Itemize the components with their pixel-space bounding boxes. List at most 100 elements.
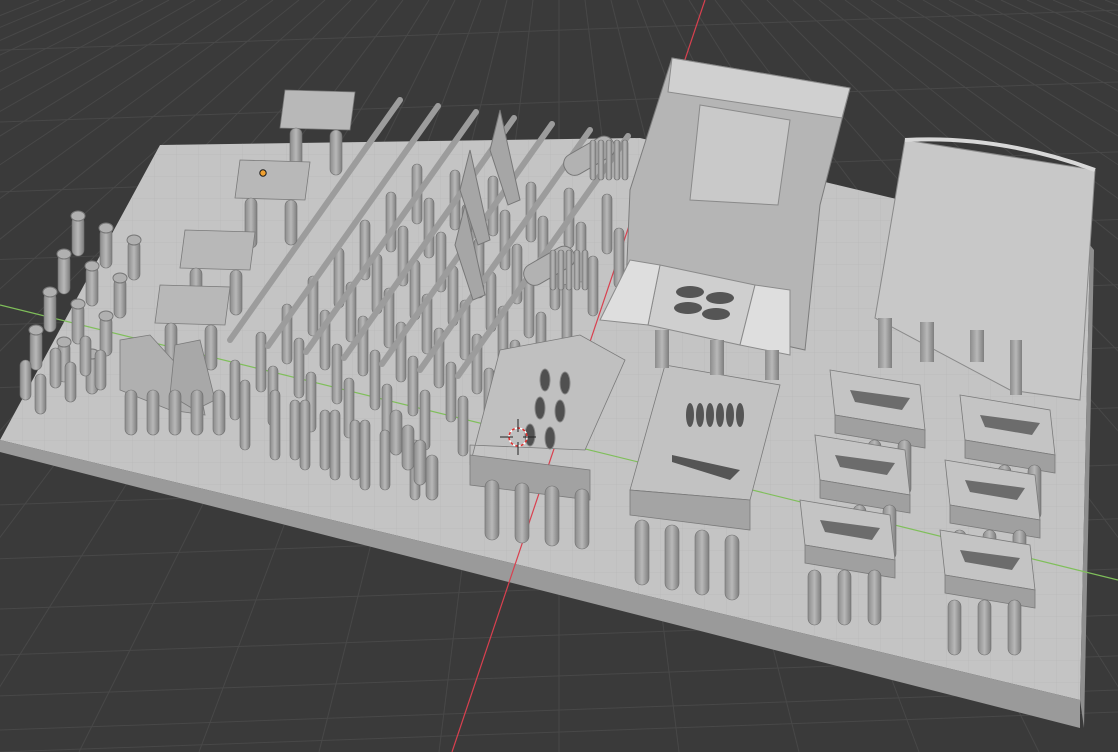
support-pillar [621, 139, 629, 181]
rib-slot [696, 403, 704, 427]
part-face [154, 284, 231, 326]
support-pillar [269, 389, 281, 461]
slot-hole [534, 396, 546, 420]
support-pillar [597, 139, 605, 181]
stud-cap [98, 310, 114, 322]
support-pillar [29, 329, 43, 371]
support-pillar [43, 291, 57, 333]
support-pillar [605, 139, 613, 181]
support-pillar [379, 429, 391, 491]
viewport-canvas[interactable] [0, 0, 1118, 752]
support-pillar [146, 389, 160, 436]
support-pillar [293, 337, 305, 399]
support-pillar [34, 373, 47, 415]
support-pillar [284, 199, 298, 246]
support-pillar [113, 277, 127, 319]
support-pillar [413, 439, 427, 486]
stud-cap [112, 272, 128, 284]
support-pillar [613, 139, 621, 181]
support-pillar [867, 569, 882, 626]
rib-slot [736, 403, 744, 427]
support-pillar [79, 335, 92, 377]
support-pillar [229, 359, 241, 421]
3d-viewport[interactable] [0, 0, 1118, 752]
support-pillar [601, 193, 613, 255]
support-pillar [694, 529, 710, 596]
support-pillar [359, 419, 371, 491]
stud-cap [98, 222, 114, 234]
object-origin-icon[interactable] [259, 169, 267, 177]
rib-slot [706, 403, 714, 427]
support-pillar [587, 255, 599, 317]
part-face [234, 159, 311, 201]
stud-cap [56, 248, 72, 260]
rib-slot [716, 403, 724, 427]
support-pillar [299, 399, 311, 471]
support-pillar [369, 349, 381, 411]
support-pillar [573, 249, 581, 291]
support-pillar [425, 454, 439, 501]
support-pillar [85, 265, 99, 307]
stud-cap [126, 234, 142, 246]
stud-cap [84, 260, 100, 272]
rib-slot [686, 403, 694, 427]
support-pillar [190, 389, 204, 436]
support-pillar [49, 347, 62, 389]
support-pillar [401, 424, 415, 471]
support-pillar [807, 569, 822, 626]
slot-hole [554, 399, 566, 423]
support-pillar [329, 129, 343, 176]
support-pillar [99, 227, 113, 269]
support-pillar [664, 524, 680, 591]
support-pillar [549, 249, 557, 291]
stud-cap [70, 298, 86, 310]
support-pillar [71, 215, 85, 257]
support-pillar [514, 482, 530, 544]
support-pillar [561, 283, 573, 345]
support-pillar [212, 389, 226, 436]
support-pillar [168, 389, 182, 436]
support-pillar [331, 343, 343, 405]
support-pillar [389, 409, 403, 456]
stud-cap [42, 286, 58, 298]
stud-cap [28, 324, 44, 336]
support-pillar [977, 599, 992, 656]
rib-slot [726, 403, 734, 427]
support-pillar [329, 409, 341, 481]
slot-hole [539, 368, 551, 392]
support-pillar [64, 361, 77, 403]
support-pillar [407, 355, 419, 417]
support-pillar [457, 395, 469, 457]
support-pillar [557, 249, 565, 291]
grid-line [0, 0, 40, 17]
part-face [279, 89, 356, 131]
support-pillar [94, 349, 107, 391]
support-pillar [289, 399, 301, 461]
support-pillar [127, 239, 141, 281]
support-pillar [239, 379, 251, 451]
support-pillar [565, 249, 573, 291]
grid-line [1104, 0, 1118, 6]
support-pillar [124, 389, 138, 436]
support-pillar [445, 361, 457, 423]
support-pillar [319, 409, 331, 471]
support-pillar [255, 331, 267, 393]
support-pillar [484, 479, 500, 541]
support-pillar [589, 139, 597, 181]
slot-hole [544, 426, 556, 450]
support-pillar [523, 277, 535, 339]
support-pillar [349, 419, 361, 481]
support-pillar [837, 569, 852, 626]
support-pillar [947, 599, 962, 656]
stud-cap [56, 336, 72, 348]
slot-hole [559, 371, 571, 395]
support-pillar [724, 534, 740, 601]
support-pillar [1007, 599, 1022, 656]
support-pillar [57, 253, 71, 295]
support-pillar [544, 485, 560, 547]
support-pillar [581, 249, 589, 291]
support-pillar [229, 269, 243, 316]
support-pillar [574, 488, 590, 550]
support-pillar [19, 359, 32, 401]
part-face [179, 229, 256, 271]
